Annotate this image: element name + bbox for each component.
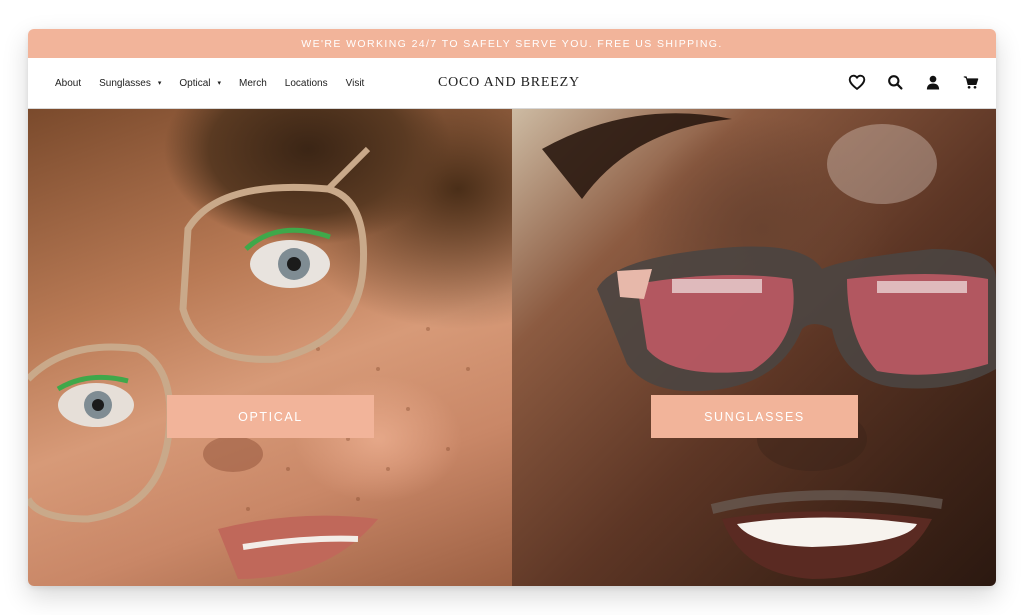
sunglasses-hero-image[interactable]: SUNGLASSES <box>512 109 996 586</box>
header-icons <box>848 73 980 91</box>
nav-visit[interactable]: Visit <box>346 78 365 89</box>
optical-hero-image[interactable]: OPTICAL <box>28 109 512 586</box>
announcement-text: WE'RE WORKING 24/7 TO SAFELY SERVE YOU. … <box>301 37 723 50</box>
heart-icon[interactable] <box>848 73 866 91</box>
chevron-down-icon: ▾ <box>157 80 162 87</box>
nav-merch-label: Merch <box>239 77 267 89</box>
nav-optical-label: Optical <box>179 77 211 89</box>
site-logo[interactable]: COCO AND BREEZY <box>438 75 580 91</box>
optical-model-photo <box>28 146 470 579</box>
nav-visit-label: Visit <box>345 77 365 89</box>
sunglasses-model-photo <box>542 113 996 579</box>
optical-button[interactable]: OPTICAL <box>167 395 374 438</box>
sunglasses-button[interactable]: SUNGLASSES <box>651 395 858 438</box>
chevron-down-icon: ▾ <box>217 80 221 87</box>
nav-locations[interactable]: Locations <box>285 78 328 89</box>
nav-optical[interactable]: Optical ▾ <box>179 78 221 89</box>
search-icon[interactable] <box>886 73 904 91</box>
nav-about-label: About <box>55 77 82 89</box>
browser-frame: WE'RE WORKING 24/7 TO SAFELY SERVE YOU. … <box>28 29 996 586</box>
nav-sunglasses-label: Sunglasses <box>99 77 151 89</box>
account-icon[interactable] <box>924 73 942 91</box>
announcement-bar: WE'RE WORKING 24/7 TO SAFELY SERVE YOU. … <box>28 29 996 58</box>
cart-icon[interactable] <box>962 73 980 91</box>
nav-sunglasses[interactable]: Sunglasses ▾ <box>99 78 161 89</box>
sunglasses-button-label: SUNGLASSES <box>704 409 805 424</box>
optical-button-label: OPTICAL <box>238 409 303 424</box>
main-nav: About Sunglasses ▾ Optical ▾ Merch Locat… <box>28 78 364 89</box>
nav-about[interactable]: About <box>55 78 81 89</box>
nav-merch[interactable]: Merch <box>239 78 267 89</box>
site-header: About Sunglasses ▾ Optical ▾ Merch Locat… <box>28 58 996 109</box>
nav-locations-label: Locations <box>284 77 328 89</box>
hero-section: OPTICAL SUNGLASSES <box>28 109 996 586</box>
